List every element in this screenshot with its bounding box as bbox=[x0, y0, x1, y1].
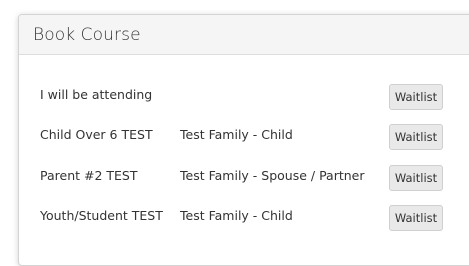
attendee-row: I will be attending Waitlist bbox=[19, 80, 469, 110]
waitlist-button[interactable]: Waitlist bbox=[389, 124, 443, 150]
waitlist-button[interactable]: Waitlist bbox=[389, 205, 443, 231]
attendee-name: Youth/Student TEST bbox=[40, 208, 163, 223]
attendee-row: Child Over 6 TEST Test Family - Child Wa… bbox=[19, 120, 469, 150]
attendee-row: Parent #2 TEST Test Family - Spouse / Pa… bbox=[19, 161, 469, 191]
panel-title: Book Course bbox=[33, 24, 141, 45]
attendee-name: Child Over 6 TEST bbox=[40, 127, 153, 142]
panel-header: Book Course bbox=[19, 15, 469, 55]
book-course-panel: Book Course I will be attending Waitlist… bbox=[18, 14, 469, 266]
attendee-relation: Test Family - Child bbox=[180, 208, 293, 223]
attendee-name: Parent #2 TEST bbox=[40, 168, 138, 183]
attendee-relation: Test Family - Child bbox=[180, 127, 293, 142]
attendee-row: Youth/Student TEST Test Family - Child W… bbox=[19, 201, 469, 231]
waitlist-button[interactable]: Waitlist bbox=[389, 84, 443, 110]
attendee-name: I will be attending bbox=[40, 87, 153, 102]
waitlist-button[interactable]: Waitlist bbox=[389, 165, 443, 191]
attendee-relation: Test Family - Spouse / Partner bbox=[180, 168, 365, 183]
